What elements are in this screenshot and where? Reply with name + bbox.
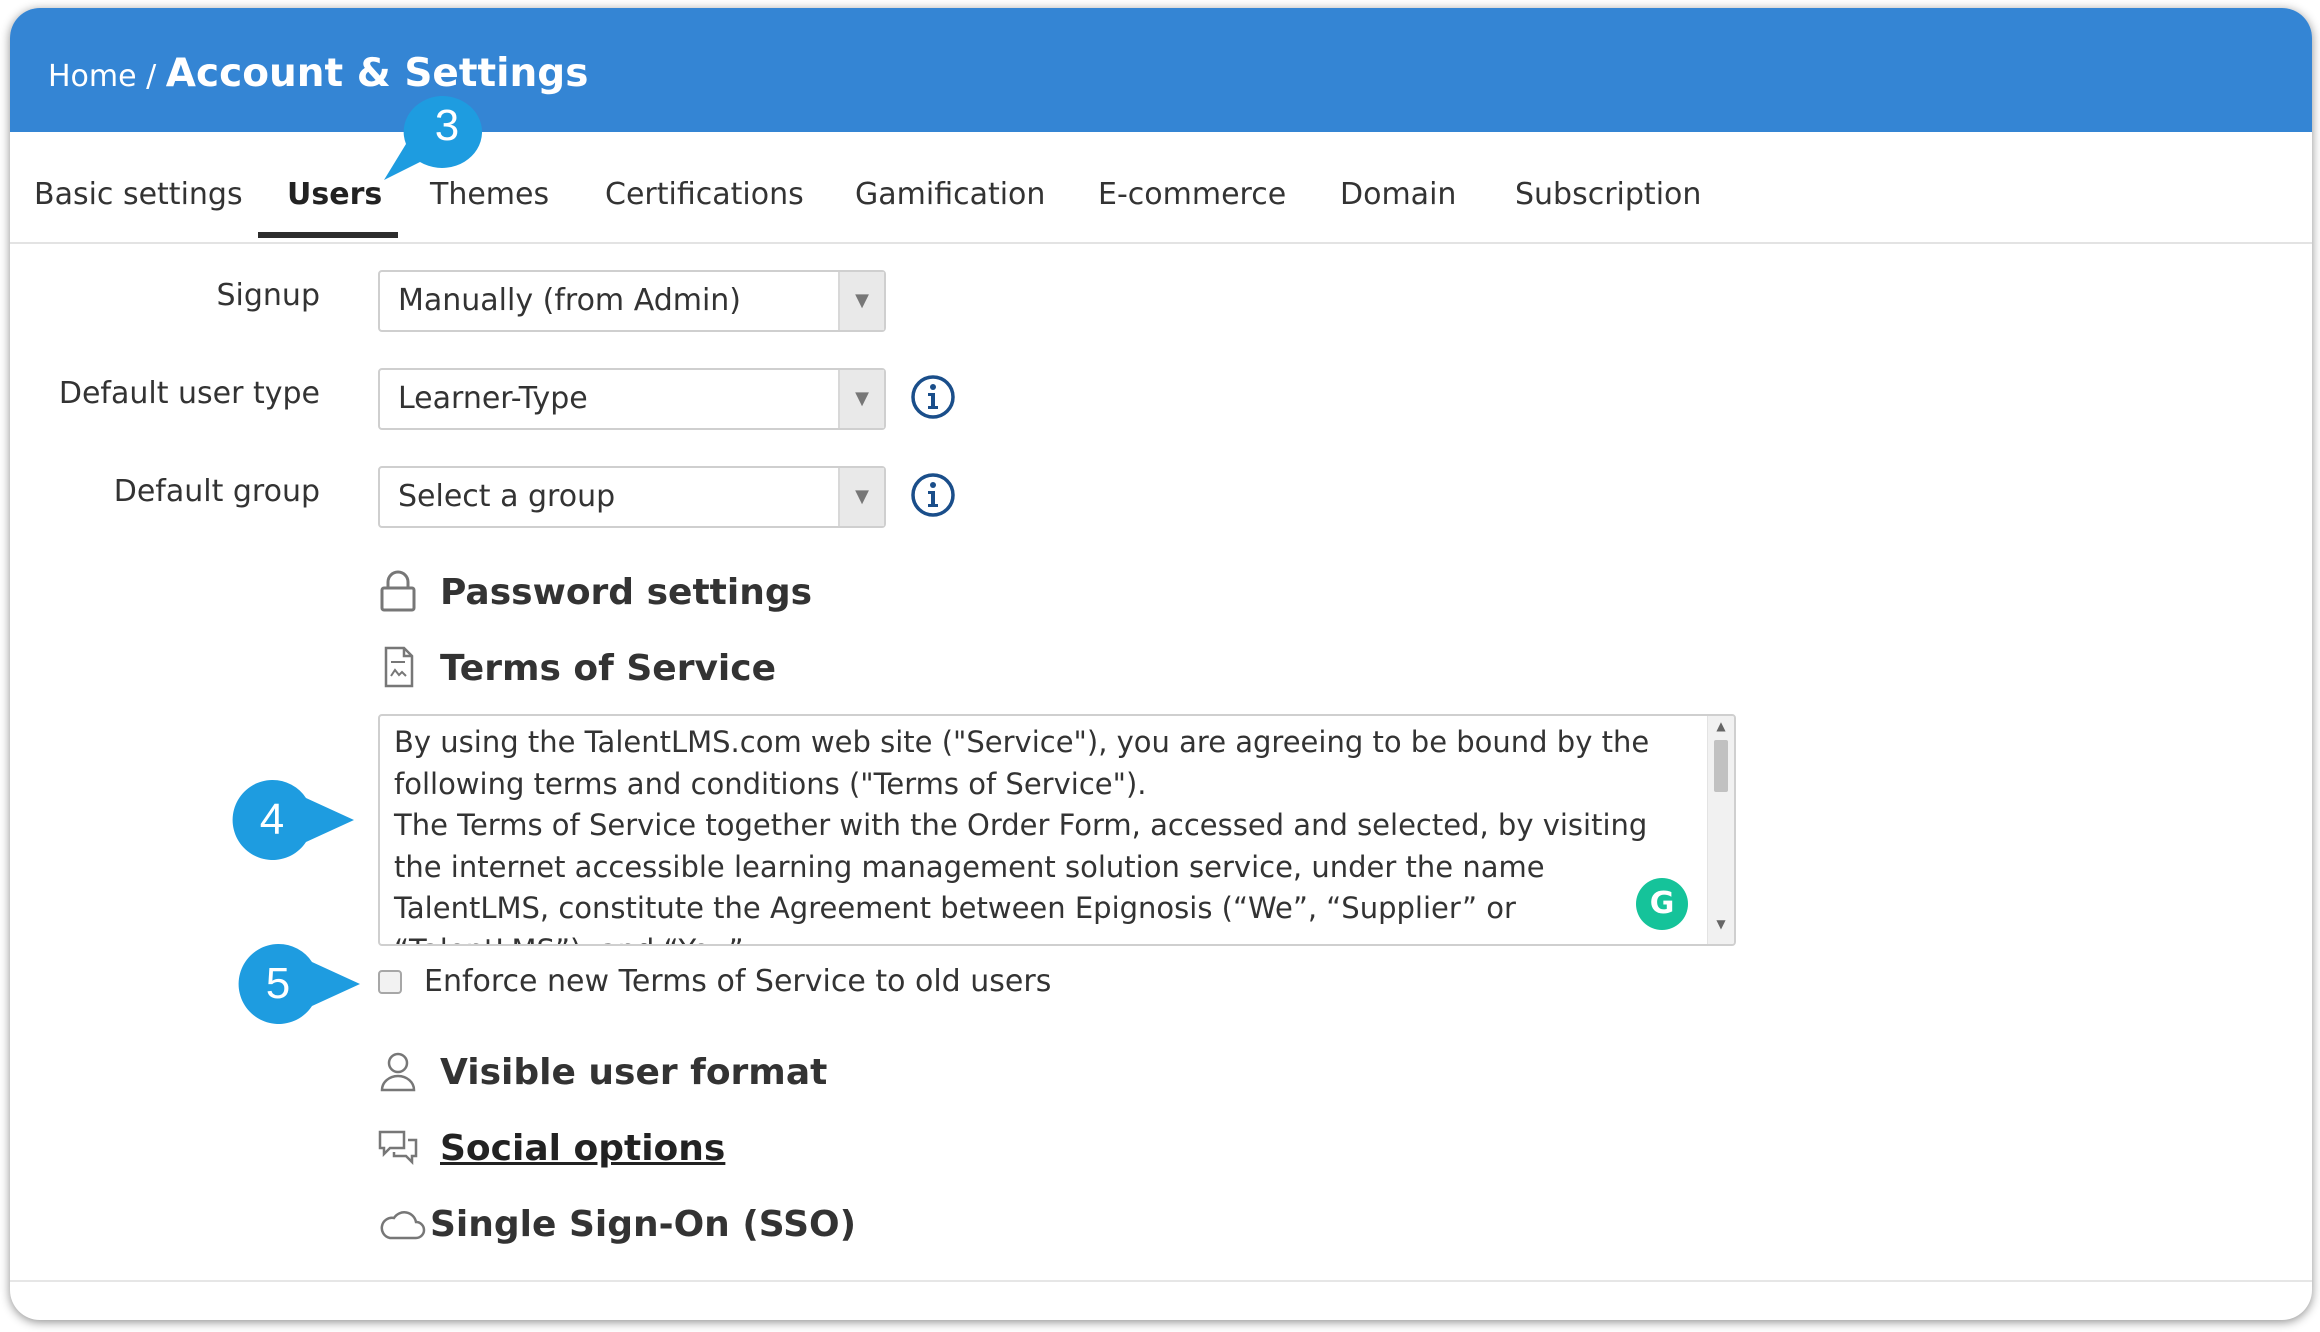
- settings-tabs: Basic settings Users Themes Certificatio…: [10, 132, 2312, 244]
- social-options-link[interactable]: Social options: [440, 1124, 725, 1174]
- default-user-type-select[interactable]: Learner-Type ▼: [378, 368, 886, 430]
- breadcrumb-separator: /: [136, 59, 166, 94]
- scroll-thumb[interactable]: [1714, 740, 1728, 792]
- breadcrumb-home-link[interactable]: Home: [48, 59, 137, 94]
- social-options-section[interactable]: Social options: [378, 1124, 778, 1174]
- breadcrumb: Home / Account & Settings: [48, 44, 588, 107]
- active-tab-indicator: [258, 232, 398, 238]
- default-user-type-label: Default user type: [58, 376, 320, 411]
- tab-gamification[interactable]: Gamification: [855, 132, 1045, 242]
- terms-of-service-textarea[interactable]: By using the TalentLMS.com web site ("Se…: [378, 714, 1736, 946]
- signup-select-value: Manually (from Admin): [398, 283, 742, 318]
- header-bar: Home / Account & Settings: [10, 8, 2312, 132]
- terms-of-service-title: Terms of Service: [440, 648, 777, 689]
- lock-icon: [380, 570, 416, 612]
- grammarly-icon[interactable]: G: [1636, 878, 1688, 930]
- visible-user-format-section[interactable]: Visible user format: [378, 1048, 838, 1098]
- terms-of-service-text: By using the TalentLMS.com web site ("Se…: [394, 722, 1694, 944]
- callout-3-number: 3: [434, 101, 460, 150]
- chat-bubbles-icon: [378, 1130, 418, 1166]
- sso-title: Single Sign-On (SSO): [430, 1204, 857, 1245]
- password-settings-title: Password settings: [440, 572, 813, 613]
- cloud-icon: [380, 1211, 426, 1240]
- tos-paragraph-2: The Terms of Service together with the O…: [394, 808, 1648, 944]
- footer-divider: [10, 1280, 2312, 1282]
- document-icon: [384, 646, 414, 688]
- terms-of-service-section[interactable]: Terms of Service: [378, 644, 838, 694]
- password-settings-section[interactable]: Password settings: [378, 568, 838, 618]
- callout-5-number: 5: [265, 959, 291, 1008]
- visible-user-format-title: Visible user format: [440, 1052, 828, 1093]
- enforce-tos-checkbox[interactable]: [378, 970, 402, 994]
- scroll-up-arrow-icon[interactable]: ▲: [1708, 716, 1734, 736]
- default-user-type-value: Learner-Type: [398, 381, 588, 416]
- dropdown-arrow-icon[interactable]: ▼: [838, 272, 884, 330]
- callout-4-number: 4: [259, 795, 285, 844]
- enforce-tos-label[interactable]: Enforce new Terms of Service to old user…: [424, 960, 1051, 1004]
- signup-label: Signup: [216, 278, 321, 313]
- tab-certifications[interactable]: Certifications: [605, 132, 804, 242]
- tab-subscription[interactable]: Subscription: [1515, 132, 1701, 242]
- tab-basic-settings[interactable]: Basic settings: [34, 132, 243, 242]
- app-window: Home / Account & Settings Basic settings…: [10, 8, 2312, 1320]
- signup-select[interactable]: Manually (from Admin) ▼: [378, 270, 886, 332]
- default-group-label: Default group: [113, 474, 320, 509]
- tab-e-commerce[interactable]: E-commerce: [1098, 132, 1286, 242]
- sso-section[interactable]: Single Sign-On (SSO): [378, 1200, 856, 1250]
- info-icon[interactable]: [910, 472, 956, 518]
- tos-paragraph-1: By using the TalentLMS.com web site ("Se…: [394, 725, 1650, 801]
- dropdown-arrow-icon[interactable]: ▼: [838, 370, 884, 428]
- textarea-scrollbar[interactable]: ▲ ▼: [1707, 716, 1734, 944]
- info-icon[interactable]: [910, 374, 956, 420]
- default-group-value: Select a group: [398, 479, 616, 514]
- tab-users[interactable]: Users: [287, 132, 382, 242]
- scroll-down-arrow-icon[interactable]: ▼: [1708, 914, 1734, 934]
- dropdown-arrow-icon[interactable]: ▼: [838, 468, 884, 526]
- user-icon: [380, 1052, 416, 1092]
- tab-domain[interactable]: Domain: [1340, 132, 1456, 242]
- default-group-select[interactable]: Select a group ▼: [378, 466, 886, 528]
